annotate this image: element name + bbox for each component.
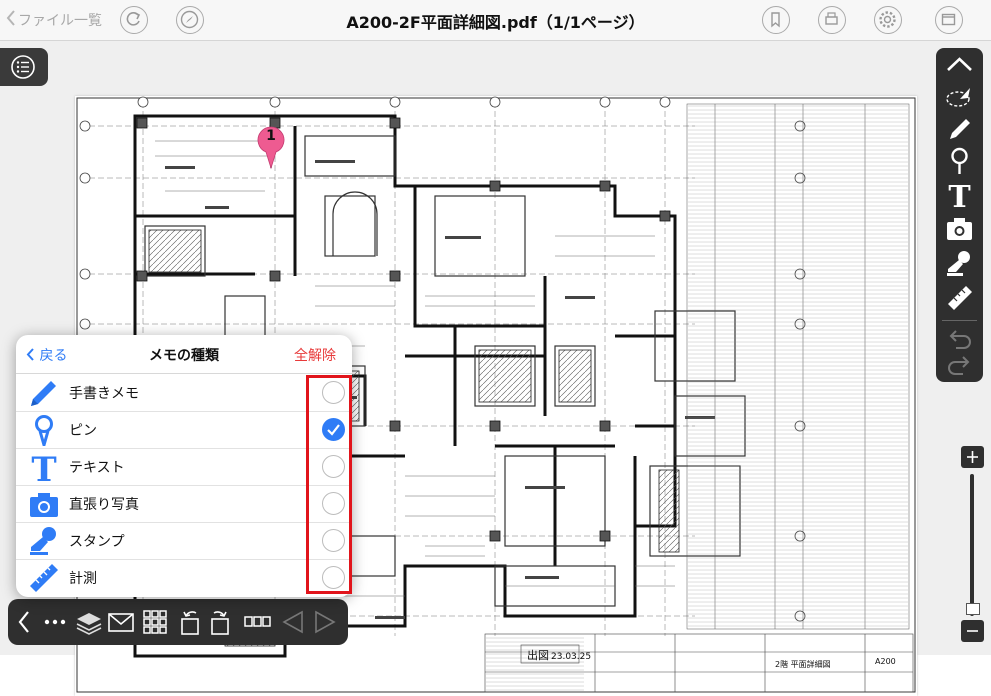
grid-icon[interactable] — [140, 607, 170, 637]
pin-icon — [28, 414, 60, 451]
top-bar: ファイル一覧 A200-2F平面詳細図.pdf（1/1ページ） — [0, 0, 991, 41]
memo-type-row-stamp[interactable]: スタンプ — [16, 522, 352, 560]
zoom-thumb[interactable] — [966, 603, 980, 615]
zoom-track[interactable] — [970, 474, 974, 616]
more-icon[interactable] — [40, 607, 70, 637]
pin-marker[interactable]: 1 — [254, 124, 288, 170]
text-icon: T — [28, 450, 60, 490]
ruler-icon[interactable] — [944, 282, 975, 312]
memo-type-label: テキスト — [69, 460, 125, 476]
memo-type-row-handwriting[interactable]: 手書きメモ — [16, 374, 352, 412]
popover-header: 戻る メモの種類 全解除 — [16, 335, 352, 374]
memo-type-label: スタンプ — [69, 534, 125, 550]
memo-type-row-pin[interactable]: ピン — [16, 411, 352, 451]
rotate-left-icon[interactable] — [174, 607, 204, 637]
sheet-number: A200 — [875, 657, 896, 666]
stamp-label: 出図 — [527, 648, 549, 662]
camera-icon[interactable] — [944, 214, 975, 244]
sheet-name: 2階 平面詳細図 — [775, 659, 831, 669]
memo-type-label: 直張り写真 — [69, 497, 139, 513]
settings-icon[interactable] — [874, 6, 902, 34]
memo-type-popover: 戻る メモの種類 全解除 手書きメモ ピン T テキスト 直張り写真 スタンプ … — [16, 335, 352, 597]
svg-text:T: T — [31, 451, 56, 483]
memo-type-label: ピン — [69, 423, 97, 439]
collapse-chevron-icon[interactable] — [944, 50, 975, 80]
pin-number: 1 — [266, 128, 276, 144]
next-page-icon[interactable] — [310, 607, 340, 637]
rotate-right-icon[interactable] — [206, 607, 236, 637]
mail-icon[interactable] — [106, 607, 136, 637]
memo-type-label: 手書きメモ — [69, 386, 139, 402]
zoom-out-button[interactable] — [961, 620, 984, 642]
page-strip-icon[interactable] — [242, 607, 272, 637]
memo-type-row-measure[interactable]: 計測 — [16, 559, 352, 596]
highlight-frame — [306, 375, 352, 594]
bookmark-icon[interactable] — [762, 6, 790, 34]
memo-type-row-text[interactable]: T テキスト — [16, 448, 352, 490]
text-icon[interactable]: T — [944, 180, 975, 215]
memo-type-label: 計測 — [69, 571, 97, 587]
annotation-toolbar: T — [936, 48, 983, 382]
stamp-date: 23.03.25 — [551, 652, 591, 662]
menu-button[interactable] — [0, 48, 48, 86]
bottom-toolbar — [8, 599, 348, 645]
layers-icon[interactable] — [74, 607, 104, 637]
redo-icon[interactable] — [944, 350, 975, 380]
toolbar-divider — [942, 320, 977, 321]
lasso-select-icon[interactable] — [944, 82, 975, 112]
svg-text:T: T — [948, 180, 971, 210]
pin-icon[interactable] — [944, 146, 975, 176]
zoom-slider[interactable] — [959, 446, 986, 642]
print-icon[interactable] — [818, 6, 846, 34]
pencil-icon — [28, 377, 60, 409]
window-icon[interactable] — [935, 6, 963, 34]
stamp-icon[interactable] — [944, 248, 975, 278]
chevron-left-icon[interactable] — [10, 607, 40, 637]
stamp-icon — [28, 525, 60, 557]
ruler-icon — [28, 562, 60, 594]
pencil-icon[interactable] — [944, 114, 975, 144]
camera-icon — [28, 488, 60, 520]
previous-page-icon[interactable] — [278, 607, 308, 637]
memo-type-row-photo[interactable]: 直張り写真 — [16, 485, 352, 523]
zoom-in-button[interactable] — [961, 446, 984, 468]
clear-all-button[interactable]: 全解除 — [294, 345, 336, 365]
